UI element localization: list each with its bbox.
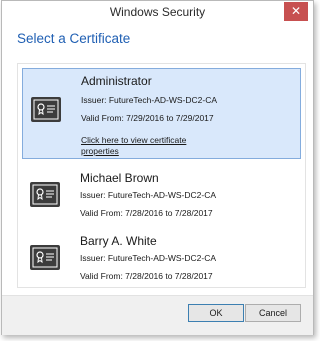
title-bar[interactable]: Windows Security ✕ xyxy=(2,1,313,25)
link-text-line1: Click here to view certificate xyxy=(81,135,187,145)
certificate-icon xyxy=(30,182,60,207)
close-button[interactable]: ✕ xyxy=(284,2,308,21)
certificate-issuer: Issuer: FutureTech-AD-WS-DC2-CA xyxy=(81,95,218,105)
certificate-name: Michael Brown xyxy=(80,171,159,185)
certificate-item-barry-a-white[interactable]: Barry A. White Issuer: FutureTech-AD-WS-… xyxy=(22,230,301,286)
view-certificate-properties-link[interactable]: Click here to view certificate propertie… xyxy=(81,135,241,157)
dialog-footer: OK Cancel xyxy=(2,295,313,335)
certificate-validity: Valid From: 7/28/2016 to 7/28/2017 xyxy=(80,271,213,281)
close-icon: ✕ xyxy=(290,4,302,18)
certificate-validity: Valid From: 7/28/2016 to 7/28/2017 xyxy=(80,208,213,218)
link-text-line2: properties xyxy=(81,146,119,156)
certificate-item-administrator[interactable]: Administrator Issuer: FutureTech-AD-WS-D… xyxy=(22,68,301,159)
certificate-issuer: Issuer: FutureTech-AD-WS-DC2-CA xyxy=(80,253,217,263)
certificate-validity: Valid From: 7/29/2016 to 7/29/2017 xyxy=(81,113,214,123)
certificate-icon xyxy=(30,245,60,270)
certificate-name: Barry A. White xyxy=(80,234,157,248)
certificate-list[interactable]: Administrator Issuer: FutureTech-AD-WS-D… xyxy=(17,63,306,288)
certificate-icon xyxy=(31,97,61,122)
window-title: Windows Security xyxy=(109,5,206,19)
certificate-item-michael-brown[interactable]: Michael Brown Issuer: FutureTech-AD-WS-D… xyxy=(22,166,301,222)
cancel-button[interactable]: Cancel xyxy=(245,304,301,322)
certificate-issuer: Issuer: FutureTech-AD-WS-DC2-CA xyxy=(80,190,217,200)
certificate-name: Administrator xyxy=(81,74,152,88)
dialog-heading: Select a Certificate xyxy=(17,31,131,46)
ok-button[interactable]: OK xyxy=(188,304,244,322)
windows-security-dialog: Windows Security ✕ Select a Certificate … xyxy=(1,0,314,335)
